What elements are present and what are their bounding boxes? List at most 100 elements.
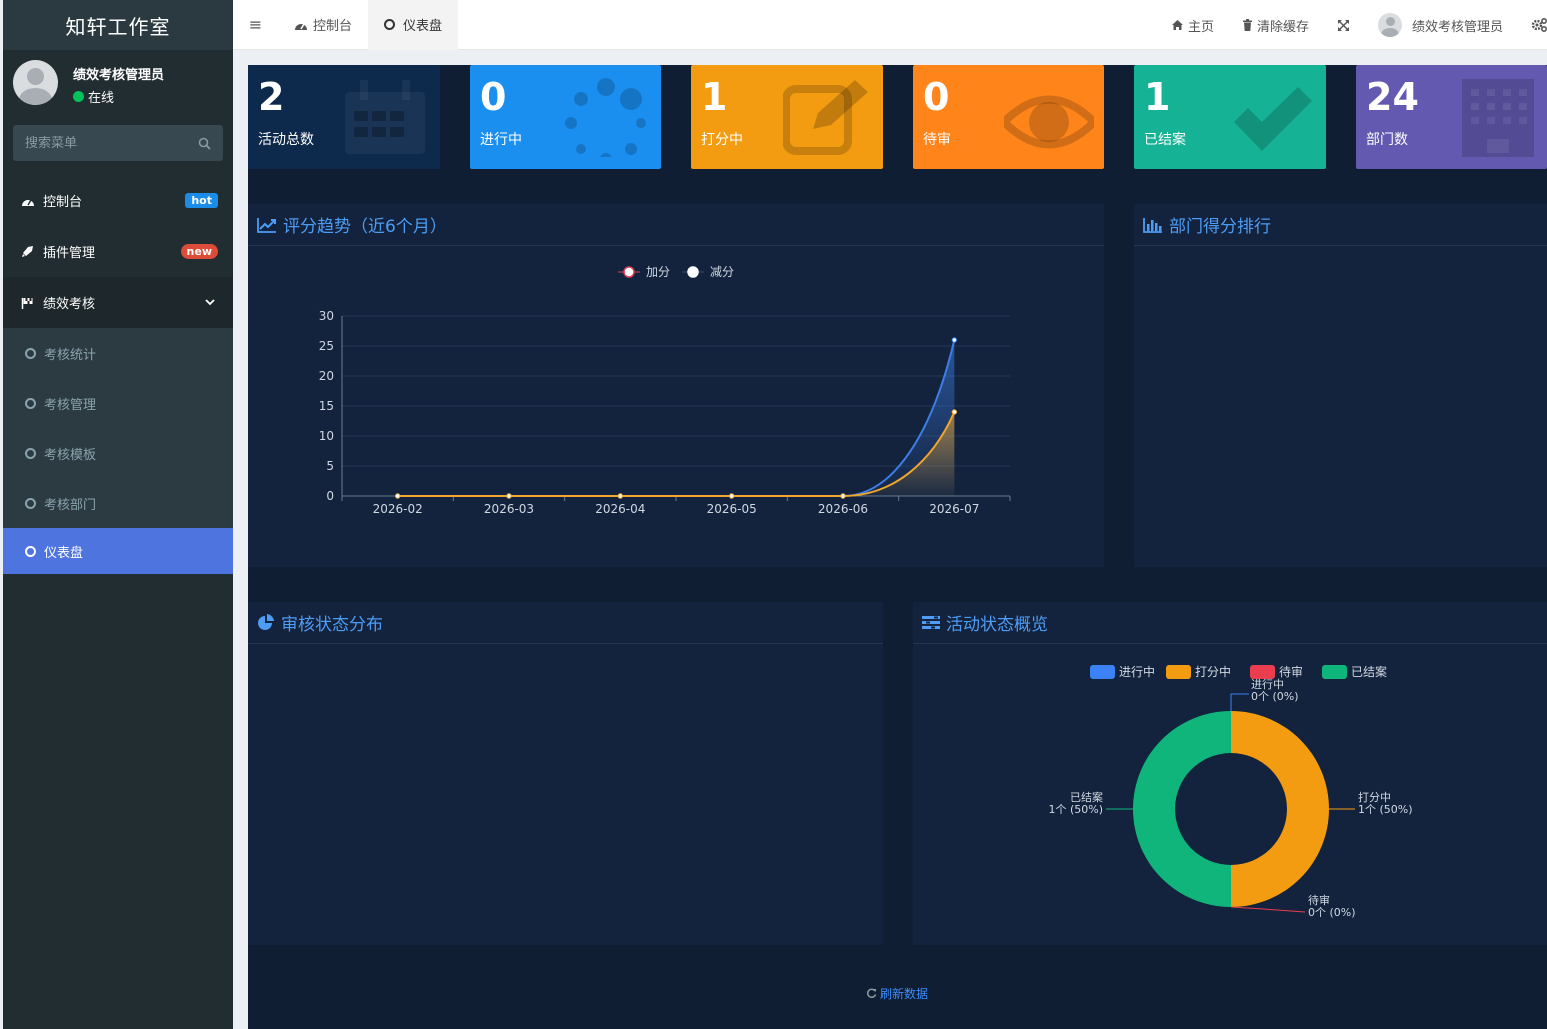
submenu-item-dashboard[interactable]: 仪表盘 xyxy=(3,528,233,574)
series-point xyxy=(840,493,846,499)
legend-label: 待审 xyxy=(1279,664,1303,679)
series-line-加分 xyxy=(397,339,956,497)
tab-console[interactable]: 控制台 xyxy=(278,0,368,50)
pie-label-name: 打分中 xyxy=(1358,790,1391,804)
stat-card-total[interactable]: 2 活动总数 xyxy=(248,65,440,169)
sidebar-item-plugins[interactable]: 插件管理 new xyxy=(3,226,233,277)
series-line-减分 xyxy=(397,411,956,497)
gears-icon xyxy=(1531,18,1547,32)
stat-label: 活动总数 xyxy=(258,132,314,148)
menu-search-input[interactable] xyxy=(25,135,198,151)
pie-slice-已结案 xyxy=(1133,711,1231,907)
activity-status-chart: 进行中 打分中 待审 已结案进行中0个 (0%)打分中1个 (50%)待审0个 (0%… xyxy=(1048,664,1413,919)
stat-value: 1 xyxy=(1144,75,1171,119)
user-menu[interactable]: 绩效考核管理员 xyxy=(1364,0,1517,50)
sidebar-item-label: 控制台 xyxy=(43,195,83,210)
activity-status-panel-header: 活动状态概览 xyxy=(913,602,1547,644)
refresh-icon xyxy=(866,988,877,998)
pie-label-name: 待审 xyxy=(1308,893,1330,907)
stat-value: 24 xyxy=(1366,75,1419,119)
tab-label: 仪表盘 xyxy=(403,19,443,34)
legend-swatch xyxy=(1322,665,1347,679)
menu-search xyxy=(13,125,223,161)
series-point xyxy=(506,493,512,499)
stat-label: 打分中 xyxy=(701,132,743,148)
pie-slice-打分中 xyxy=(1231,711,1329,907)
stat-card-pending[interactable]: 0 待审 xyxy=(913,65,1104,169)
dept-rank-panel-header: 部门得分排行 xyxy=(1134,204,1547,246)
home-button[interactable]: 主页 xyxy=(1157,0,1228,50)
sidebar-item-label: 插件管理 xyxy=(43,246,96,261)
stat-card-scoring[interactable]: 1 打分中 xyxy=(691,65,883,169)
home-icon xyxy=(1171,20,1183,30)
trend-panel: 评分趋势（近6个月） 0 5 10 15 20 25 30 2026-02 2026-03 202… xyxy=(248,204,1104,567)
stat-label: 部门数 xyxy=(1366,132,1408,148)
new-badge: new xyxy=(180,244,218,259)
top-header: ≡ 控制台 仪表盘 主页 清除缓存 绩效考核管理员 xyxy=(233,0,1547,50)
avatar xyxy=(1377,13,1402,37)
stat-card-in-progress[interactable]: 0 进行中 xyxy=(470,65,661,169)
x-tick-label: 2026-07 xyxy=(929,502,979,516)
user-status-label: 在线 xyxy=(88,91,115,106)
series-point xyxy=(394,493,401,499)
avatar xyxy=(13,60,58,105)
stat-card-closed[interactable]: 1 已结案 xyxy=(1134,65,1326,169)
y-tick-label: 20 xyxy=(319,369,334,383)
settings-button[interactable] xyxy=(1517,0,1547,50)
spinner-icon xyxy=(565,78,646,157)
stat-label: 进行中 xyxy=(480,132,522,148)
user-name: 绩效考核管理员 xyxy=(73,68,165,83)
legend-label: 已结案 xyxy=(1351,664,1387,679)
dashboard-icon xyxy=(21,195,37,207)
pie-label-value: 1个 (50%) xyxy=(1358,803,1413,816)
pie-label-line xyxy=(1230,693,1249,711)
building-icon xyxy=(1462,79,1534,157)
series-area-减分 xyxy=(397,412,955,496)
submenu-item-template[interactable]: 考核模板 xyxy=(3,428,233,478)
trend-panel-title: 评分趋势（近6个月） xyxy=(283,217,447,237)
edit-icon xyxy=(783,80,868,155)
flag-icon xyxy=(21,297,37,309)
x-tick-label: 2026-03 xyxy=(484,502,534,516)
submenu-item-department[interactable]: 考核部门 xyxy=(3,478,233,528)
stat-value: 1 xyxy=(701,75,728,119)
search-icon[interactable] xyxy=(198,137,211,150)
submenu-label: 考核模板 xyxy=(44,447,97,463)
review-status-panel: 审核状态分布 xyxy=(248,602,883,945)
sidebar-item-dashboard[interactable]: 控制台 hot xyxy=(3,175,233,226)
activity-status-panel: 活动状态概览 进行中 打分中 待审 已结案 进行中 0个 (0%) 打分中 1个 (50%) 待… xyxy=(913,602,1547,945)
stat-label: 已结案 xyxy=(1144,132,1186,148)
refresh-data-button[interactable]: 刷新数据 xyxy=(866,985,928,1002)
calendar-icon xyxy=(345,80,425,154)
y-tick-label: 5 xyxy=(326,459,334,473)
review-status-panel-header: 审核状态分布 xyxy=(248,602,883,644)
user-status: 在线 xyxy=(73,87,114,106)
fullscreen-button[interactable] xyxy=(1323,0,1364,50)
tab-label: 控制台 xyxy=(313,19,353,34)
rocket-icon xyxy=(21,245,37,258)
expand-icon xyxy=(1337,19,1349,31)
stat-value: 0 xyxy=(923,75,950,119)
legend-marker xyxy=(623,266,635,278)
performance-submenu: 考核统计 考核管理 考核模板 考核部门 仪表盘 xyxy=(3,328,233,574)
menu-toggle-icon[interactable]: ≡ xyxy=(233,0,278,50)
pie-chart-icon xyxy=(258,613,274,630)
clear-cache-button[interactable]: 清除缓存 xyxy=(1228,0,1323,50)
sidebar-item-performance[interactable]: 绩效考核 xyxy=(3,277,233,328)
app-logo[interactable]: 知轩工作室 xyxy=(3,0,233,50)
stat-value: 2 xyxy=(258,75,285,119)
submenu-label: 考核统计 xyxy=(44,347,97,363)
chevron-down-icon xyxy=(205,296,215,309)
x-tick-label: 2026-05 xyxy=(707,502,757,516)
series-area-加分 xyxy=(397,340,955,496)
header-actions: 主页 清除缓存 绩效考核管理员 xyxy=(1157,0,1547,50)
y-tick-label: 30 xyxy=(319,309,334,323)
stat-card-departments[interactable]: 24 部门数 xyxy=(1356,65,1547,169)
activity-status-panel-title: 活动状态概览 xyxy=(946,615,1048,635)
check-icon xyxy=(1234,87,1312,151)
y-tick-label: 0 xyxy=(326,489,334,503)
submenu-item-statistics[interactable]: 考核统计 xyxy=(3,328,233,378)
y-tick-label: 25 xyxy=(319,339,334,353)
submenu-item-management[interactable]: 考核管理 xyxy=(3,378,233,428)
tab-dashboard[interactable]: 仪表盘 xyxy=(368,0,459,50)
